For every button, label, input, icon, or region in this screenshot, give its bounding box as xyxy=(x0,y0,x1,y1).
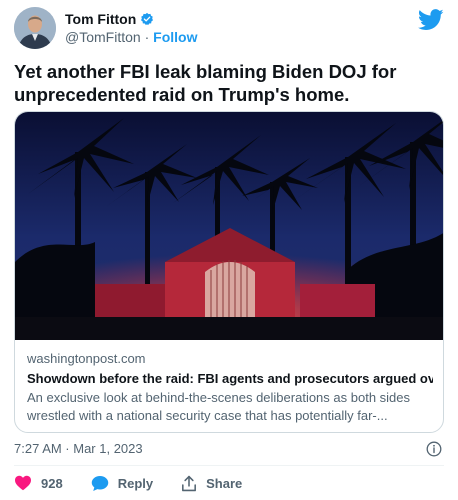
name-row: Tom Fitton xyxy=(65,11,154,27)
tweet-header: Tom Fitton @TomFitton · Follow xyxy=(14,7,444,49)
card-title[interactable]: Showdown before the raid: FBI agents and… xyxy=(27,370,433,388)
card-description: An exclusive look at behind-the-scenes d… xyxy=(27,390,411,423)
timestamp-row: 7:27 AM · Mar 1, 2023 xyxy=(14,441,444,459)
card-domain: washingtonpost.com xyxy=(27,351,146,366)
tweet-embed: Tom Fitton @TomFitton · Follow Yet anoth… xyxy=(0,0,458,500)
twitter-bird-icon[interactable] xyxy=(417,9,444,31)
link-card[interactable]: washingtonpost.com Showdown before the r… xyxy=(14,111,444,433)
divider xyxy=(14,465,444,466)
follow-button[interactable]: Follow xyxy=(153,29,197,45)
like-count: 928 xyxy=(41,475,63,491)
display-name[interactable]: Tom Fitton xyxy=(65,11,136,27)
tweet-text: Yet another FBI leak blaming Biden DOJ f… xyxy=(14,61,397,105)
verified-badge-icon xyxy=(140,12,154,26)
like-button[interactable]: 928 xyxy=(14,475,63,491)
info-icon[interactable] xyxy=(426,441,442,457)
timestamp[interactable]: 7:27 AM · Mar 1, 2023 xyxy=(14,441,143,456)
share-label: Share xyxy=(206,475,243,491)
share-button[interactable]: Share xyxy=(181,475,242,492)
avatar[interactable] xyxy=(14,7,56,49)
handle[interactable]: @TomFitton xyxy=(65,29,141,45)
card-image xyxy=(15,112,443,340)
separator: · xyxy=(144,29,150,45)
reply-label: Reply xyxy=(117,475,154,491)
handle-row: @TomFitton · Follow xyxy=(65,29,197,45)
share-icon xyxy=(182,475,197,491)
reply-button[interactable]: Reply xyxy=(91,475,153,492)
card-info: washingtonpost.com Showdown before the r… xyxy=(15,340,443,425)
heart-icon xyxy=(15,475,31,491)
reply-bubble-icon xyxy=(91,475,108,491)
action-bar: 928 Reply Share xyxy=(14,472,444,494)
